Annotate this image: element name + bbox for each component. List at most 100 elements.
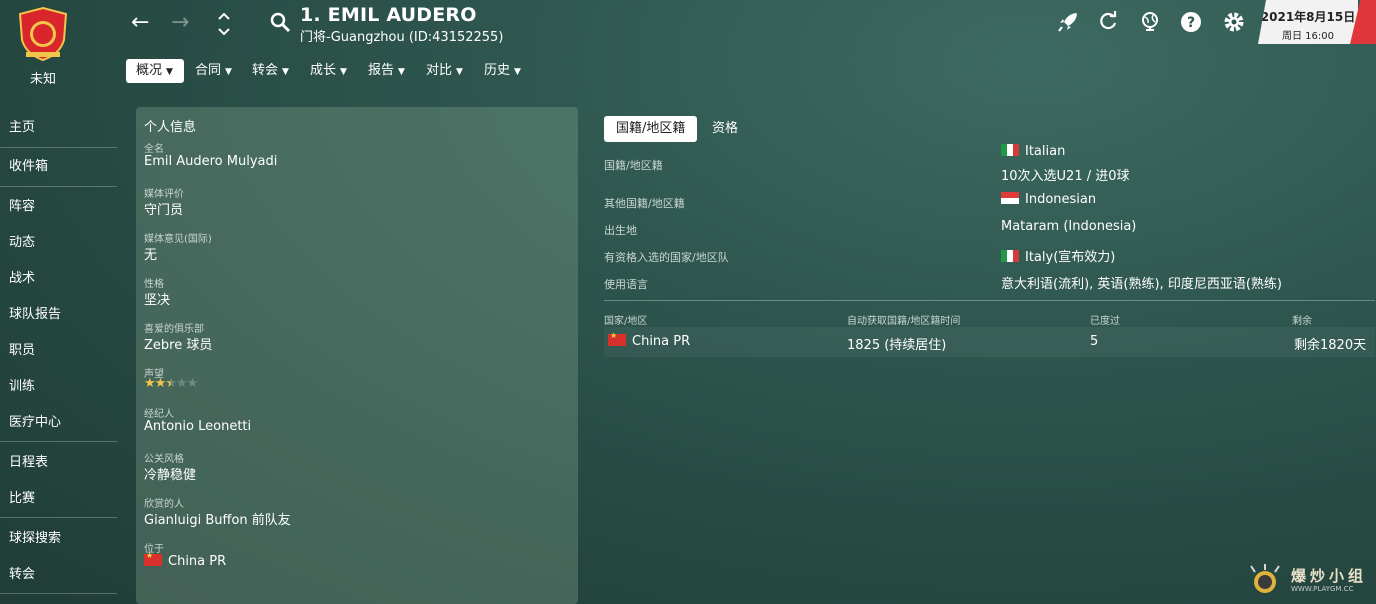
- agent-value[interactable]: Antonio Leonetti: [144, 419, 251, 434]
- tab-reports[interactable]: 报告 ▼: [358, 59, 415, 83]
- nationality-value[interactable]: Italian: [1001, 144, 1065, 159]
- other-nationality-label: 其他国籍/地区籍: [604, 197, 685, 210]
- field-label: 经纪人: [144, 409, 174, 420]
- tab-label: 报告: [368, 63, 395, 78]
- languages-label: 使用语言: [604, 278, 648, 291]
- help-icon[interactable]: ?: [1178, 10, 1204, 36]
- personal-info-title: 个人信息: [144, 120, 197, 135]
- nav-item-schedule[interactable]: 日程表: [0, 445, 117, 481]
- column-header-remaining[interactable]: 剩余: [1292, 312, 1312, 327]
- star-full-icon: ★: [144, 376, 156, 391]
- birthplace-label: 出生地: [604, 224, 637, 237]
- back-arrow-icon[interactable]: ←: [131, 8, 149, 38]
- nav-item-squad[interactable]: 阵容: [0, 189, 117, 225]
- club-badge-icon[interactable]: [16, 6, 70, 62]
- nationality-label: 国籍/地区籍: [604, 159, 663, 172]
- chevron-down-icon: ▼: [166, 67, 173, 77]
- u21-caps-value: 10次入选U21 / 进0球: [1001, 169, 1130, 184]
- full-name-value: Emil Audero Mulyadi: [144, 154, 278, 169]
- game-time: 周日 16:00: [1282, 31, 1334, 42]
- search-icon[interactable]: [270, 12, 292, 34]
- star-half-icon: ★: [165, 376, 177, 391]
- nav-item-dynamics[interactable]: 动态: [0, 225, 117, 261]
- eligible-nation-text: Italy(宣布效力): [1025, 250, 1116, 265]
- nav-item-tactics[interactable]: 战术: [0, 261, 117, 297]
- favoured-person-value[interactable]: Gianluigi Buffon 前队友: [144, 509, 291, 528]
- pr-style-value: 冷静稳健: [144, 468, 197, 483]
- star-full-icon: ★: [154, 376, 167, 391]
- star-empty-icon: ★: [186, 376, 199, 391]
- rocket-icon[interactable]: [1055, 10, 1081, 36]
- game-date: 2021年8月15日: [1260, 10, 1356, 24]
- site-watermark: 爆炒小组 WWW.PLAYGM.CC: [1245, 560, 1373, 600]
- country-text: China PR: [632, 334, 691, 349]
- tab-transfer[interactable]: 转会 ▼: [242, 59, 299, 83]
- personal-info-panel: [136, 107, 578, 604]
- game-date-display[interactable]: 2021年8月15日 周日 16:00: [1258, 0, 1358, 44]
- media-handling-value: 无: [144, 248, 158, 263]
- eligible-nation-value[interactable]: Italy(宣布效力): [1001, 246, 1115, 265]
- nav-item-scouting[interactable]: 球探搜索: [0, 521, 117, 557]
- china-flag-icon: [144, 551, 162, 566]
- nav-divider: [0, 517, 117, 518]
- tab-compare[interactable]: 对比 ▼: [416, 59, 473, 83]
- tab-history[interactable]: 历史 ▼: [474, 59, 531, 83]
- media-description-value: 守门员: [144, 203, 184, 218]
- nav-item-transfers[interactable]: 转会: [0, 557, 117, 593]
- nav-item-staff[interactable]: 职员: [0, 333, 117, 369]
- birthplace-value[interactable]: Mataram (Indonesia): [1001, 219, 1136, 234]
- china-flag-icon: [608, 331, 626, 346]
- nav-item-matches[interactable]: 比赛: [0, 481, 117, 517]
- nav-item-home[interactable]: 主页: [0, 110, 117, 146]
- table-cell-elapsed: 5: [1090, 334, 1099, 349]
- chevron-down-icon: ▼: [456, 67, 463, 77]
- based-in-value[interactable]: China PR: [144, 551, 226, 569]
- watermark-logo-icon: [1250, 564, 1280, 593]
- italy-flag-icon: [1001, 144, 1019, 156]
- personality-value: 坚决: [144, 293, 171, 308]
- globe-icon[interactable]: [1137, 10, 1163, 36]
- languages-value: 意大利语(流利), 英语(熟练), 印度尼西亚语(熟练): [1001, 277, 1282, 292]
- up-down-chevron-icon[interactable]: [215, 10, 233, 38]
- table-cell-remaining: 剩余1820天: [1294, 338, 1367, 353]
- forward-arrow-icon[interactable]: →: [171, 8, 189, 38]
- nav-divider: [0, 147, 117, 148]
- nav-divider: [0, 441, 117, 442]
- eligible-nation-label: 有资格入选的国家/地区队: [604, 251, 729, 264]
- column-header-auto-nationality[interactable]: 自动获取国籍/地区籍时间: [847, 312, 960, 327]
- reputation-stars: ★★★★★: [144, 376, 199, 391]
- field-label: 媒体意见(国际): [144, 234, 212, 245]
- svg-text:?: ?: [1187, 15, 1195, 31]
- player-subtitle: 门将-Guangzhou (ID:43152255): [300, 30, 504, 45]
- italy-flag-icon: [1001, 250, 1019, 262]
- nationality-text: Italian: [1025, 144, 1066, 159]
- settings-gear-icon[interactable]: [1221, 10, 1247, 36]
- nav-item-inbox[interactable]: 收件箱: [0, 149, 117, 185]
- favourite-club-value[interactable]: Zebre 球员: [144, 334, 212, 353]
- table-cell-country[interactable]: China PR: [608, 331, 691, 349]
- section-divider: [604, 300, 1375, 301]
- tab-label: 概况: [136, 63, 163, 78]
- watermark-url: WWW.PLAYGM.CC: [1291, 585, 1354, 593]
- star-empty-icon: ★: [175, 376, 188, 391]
- nav-item-training[interactable]: 训练: [0, 369, 117, 405]
- other-nationality-text: Indonesian: [1025, 192, 1097, 207]
- tab-development[interactable]: 成长 ▼: [300, 59, 357, 83]
- chevron-down-icon: ▼: [282, 67, 289, 77]
- field-label: 全名: [144, 144, 164, 155]
- club-status-label: 未知: [29, 72, 56, 87]
- nav-item-team-report[interactable]: 球队报告: [0, 297, 117, 333]
- column-header-elapsed[interactable]: 已度过: [1090, 312, 1120, 327]
- tab-overview[interactable]: 概况 ▼: [126, 59, 184, 83]
- other-nationality-value[interactable]: Indonesian: [1001, 192, 1096, 207]
- tab-nationality[interactable]: 国籍/地区籍: [604, 116, 698, 142]
- refresh-icon[interactable]: [1095, 10, 1121, 36]
- nav-item-medical[interactable]: 医疗中心: [0, 405, 117, 441]
- field-label: 媒体评价: [144, 189, 184, 200]
- player-name-title: 1. EMIL AUDERO: [300, 4, 477, 26]
- tab-contract[interactable]: 合同 ▼: [185, 59, 242, 83]
- tab-eligibility[interactable]: 资格: [700, 116, 750, 142]
- column-header-country[interactable]: 国家/地区: [604, 312, 647, 327]
- field-label: 喜爱的俱乐部: [144, 324, 204, 335]
- table-row[interactable]: [604, 327, 1375, 357]
